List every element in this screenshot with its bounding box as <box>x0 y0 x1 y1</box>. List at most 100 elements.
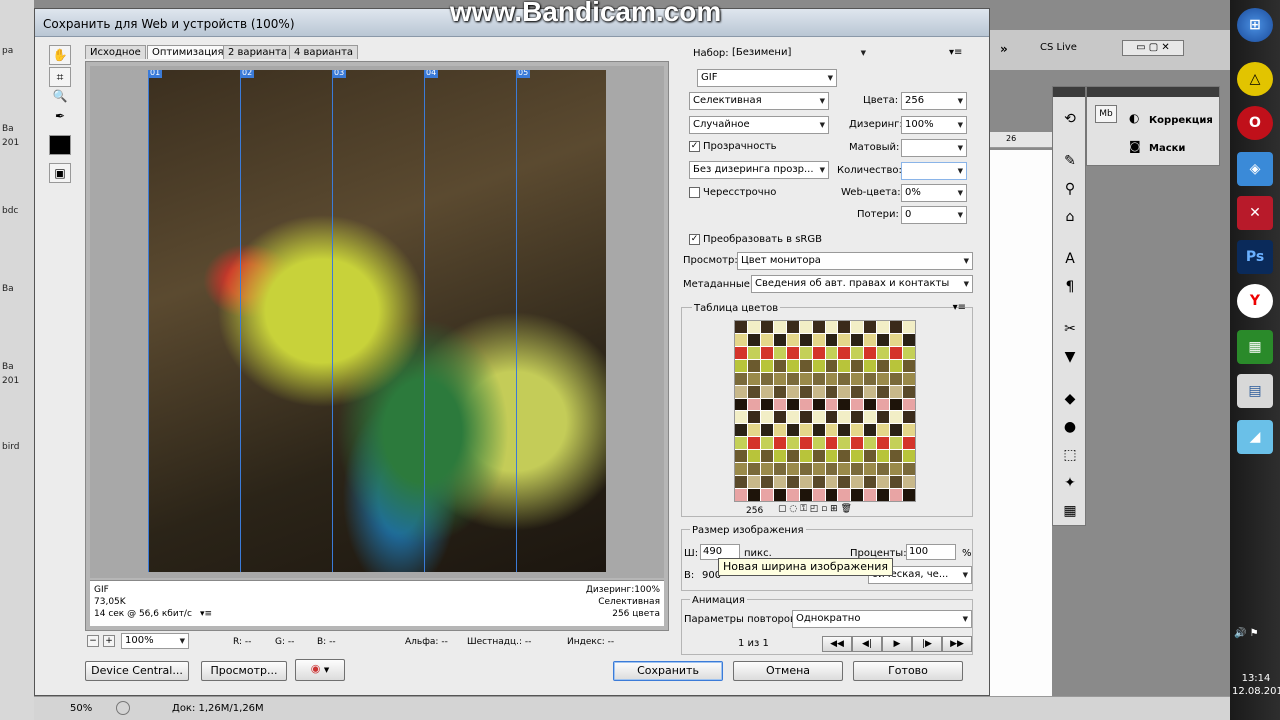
color-swatch[interactable] <box>864 398 877 411</box>
color-swatch[interactable] <box>799 489 812 501</box>
clone-icon[interactable]: ⚲ <box>1059 179 1081 199</box>
matte-select[interactable] <box>901 139 967 157</box>
color-swatch[interactable] <box>735 333 747 346</box>
save-button[interactable]: Сохранить <box>613 661 723 681</box>
color-swatch[interactable] <box>877 398 890 411</box>
lossy-select[interactable]: 0 <box>901 206 967 224</box>
color-swatch[interactable] <box>812 333 825 346</box>
color-swatch[interactable] <box>786 359 799 372</box>
color-swatch[interactable] <box>799 333 812 346</box>
color-swatch[interactable] <box>735 411 747 424</box>
color-swatch[interactable] <box>877 333 890 346</box>
color-swatch[interactable] <box>864 372 877 385</box>
layers-icon[interactable]: ◆ <box>1059 389 1081 409</box>
reduction-select[interactable]: Селективная <box>689 92 829 110</box>
color-swatch[interactable] <box>786 346 799 359</box>
color-swatch[interactable] <box>890 424 903 437</box>
color-swatch[interactable] <box>812 450 825 463</box>
color-swatch[interactable] <box>747 321 760 333</box>
masks-tab[interactable]: Маски <box>1149 143 1185 154</box>
app-icon[interactable]: ▦ <box>1237 330 1273 364</box>
color-swatch[interactable] <box>747 437 760 450</box>
color-swatch[interactable] <box>760 385 773 398</box>
color-swatch[interactable] <box>812 411 825 424</box>
color-swatch[interactable] <box>890 437 903 450</box>
color-swatch[interactable] <box>773 385 786 398</box>
color-swatch[interactable] <box>838 476 851 489</box>
color-swatch[interactable] <box>851 372 864 385</box>
yandex-icon[interactable]: Y <box>1237 284 1273 318</box>
tray-icons[interactable]: 🔊 ⚑ <box>1234 628 1259 639</box>
color-swatch[interactable] <box>838 359 851 372</box>
color-swatch[interactable] <box>851 450 864 463</box>
percent-input[interactable]: 100 <box>906 544 956 560</box>
color-swatch[interactable] <box>877 424 890 437</box>
color-swatch[interactable] <box>786 450 799 463</box>
start-orb-icon[interactable]: ⊞ <box>1237 8 1273 42</box>
cs-live-button[interactable]: CS Live <box>1040 42 1077 53</box>
color-swatch[interactable] <box>877 489 890 501</box>
toggle-slices-icon[interactable]: ▣ <box>49 163 71 183</box>
preview-select[interactable]: Цвет монитора <box>737 252 973 270</box>
color-swatch[interactable] <box>864 346 877 359</box>
color-swatch[interactable] <box>760 346 773 359</box>
slice-select-tool-icon[interactable]: ⌗ <box>49 67 71 87</box>
paragraph-icon[interactable]: ¶ <box>1059 277 1081 297</box>
color-swatch[interactable] <box>851 424 864 437</box>
color-swatch[interactable] <box>890 321 903 333</box>
color-swatch[interactable] <box>838 411 851 424</box>
color-swatch[interactable] <box>735 321 747 333</box>
color-swatch[interactable] <box>851 398 864 411</box>
browser-select[interactable]: ◉ ▼ <box>295 659 345 681</box>
color-swatch[interactable] <box>812 398 825 411</box>
color-swatch[interactable] <box>851 321 864 333</box>
color-swatch[interactable] <box>903 489 915 501</box>
color-swatch[interactable] <box>812 321 825 333</box>
color-swatch[interactable] <box>825 463 838 476</box>
color-swatch[interactable] <box>735 424 747 437</box>
slice-tag[interactable]: 04 <box>424 70 439 78</box>
color-swatch[interactable] <box>760 359 773 372</box>
color-swatch[interactable] <box>735 372 747 385</box>
color-swatch[interactable] <box>877 385 890 398</box>
color-swatch[interactable] <box>877 411 890 424</box>
color-swatch[interactable] <box>877 359 890 372</box>
color-swatch[interactable] <box>773 437 786 450</box>
color-swatch[interactable] <box>903 424 915 437</box>
color-swatch[interactable] <box>799 398 812 411</box>
zoom-in-icon[interactable]: + <box>103 635 115 647</box>
color-swatch[interactable] <box>735 476 747 489</box>
color-swatch[interactable] <box>890 333 903 346</box>
color-swatch[interactable] <box>877 437 890 450</box>
color-swatch[interactable] <box>864 424 877 437</box>
slice-tag[interactable]: 03 <box>332 70 347 78</box>
parrot-image[interactable]: 01 02 03 04 05 <box>148 70 606 572</box>
color-swatch[interactable] <box>825 437 838 450</box>
color-swatch[interactable] <box>890 372 903 385</box>
color-swatch[interactable] <box>864 321 877 333</box>
settings-menu-icon[interactable]: ▾≡ <box>949 47 962 58</box>
tab-4-up[interactable]: 4 варианта <box>289 45 359 59</box>
color-swatch[interactable] <box>838 333 851 346</box>
color-swatch[interactable] <box>773 321 786 333</box>
color-swatch[interactable] <box>812 489 825 501</box>
workspace-arrows[interactable]: » <box>1000 42 1008 56</box>
color-swatch[interactable] <box>877 346 890 359</box>
color-swatch[interactable] <box>799 476 812 489</box>
tab-2-up[interactable]: 2 варианта <box>223 45 293 59</box>
color-swatch[interactable] <box>838 321 851 333</box>
color-swatch[interactable] <box>799 411 812 424</box>
color-swatch[interactable] <box>864 385 877 398</box>
color-swatch[interactable] <box>825 398 838 411</box>
color-swatch[interactable] <box>760 489 773 501</box>
swatches-icon[interactable]: ▦ <box>1059 501 1081 521</box>
color-swatch[interactable] <box>825 450 838 463</box>
color-swatch[interactable] <box>735 346 747 359</box>
color-swatch[interactable] <box>760 321 773 333</box>
color-swatch[interactable] <box>890 385 903 398</box>
eyedropper-color-swatch[interactable] <box>49 135 71 155</box>
color-swatch[interactable] <box>747 463 760 476</box>
color-swatch[interactable] <box>877 321 890 333</box>
color-swatch[interactable] <box>735 450 747 463</box>
app-icon[interactable]: ✕ <box>1237 196 1273 230</box>
